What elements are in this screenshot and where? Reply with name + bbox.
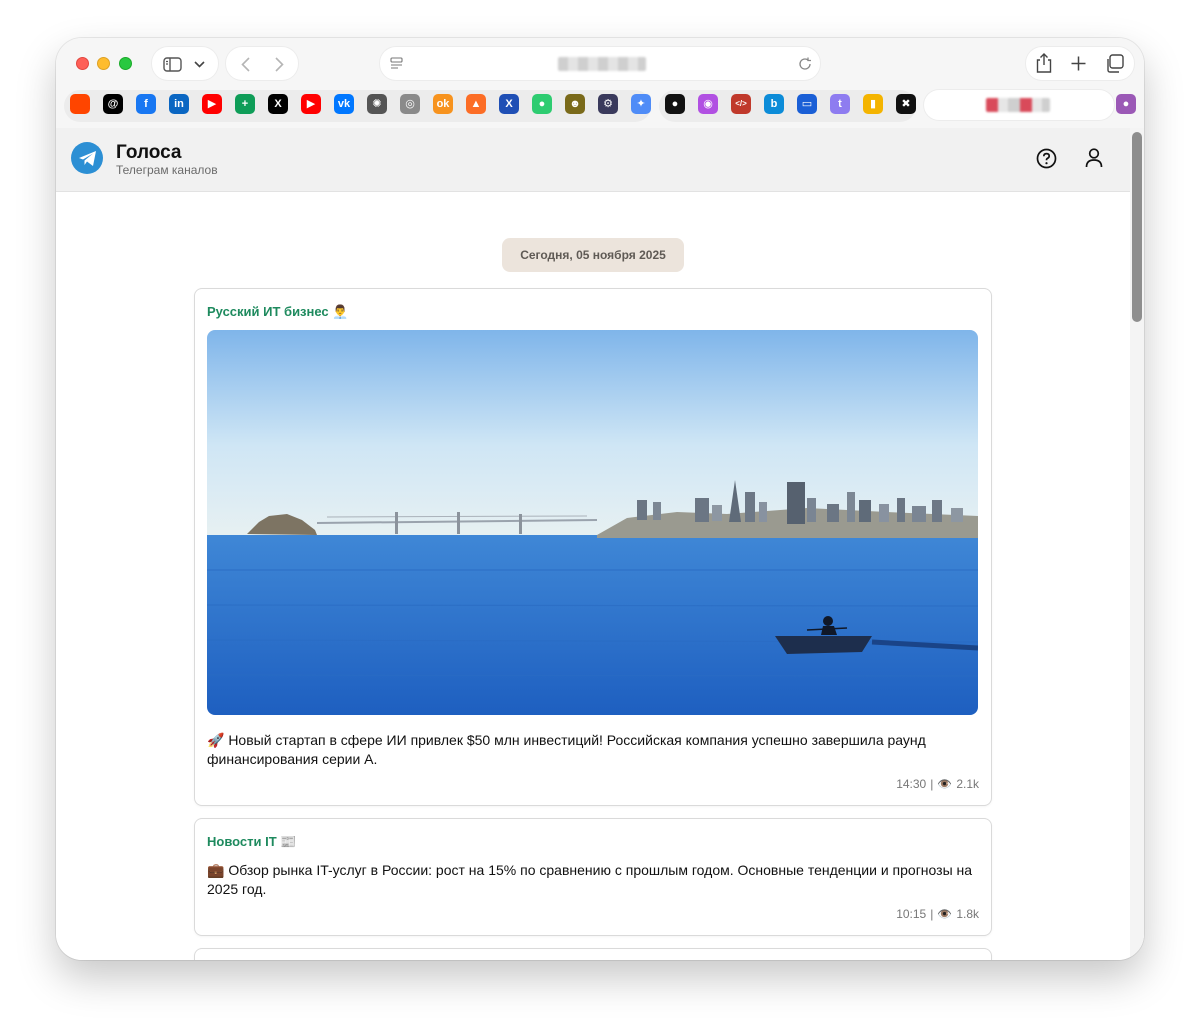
back-arrow-icon[interactable] (236, 55, 254, 73)
date-separator: Сегодня, 05 ноября 2025 (502, 238, 684, 272)
youtube-icon[interactable]: ▶ (301, 94, 321, 114)
compass-icon[interactable]: ◎ (400, 94, 420, 114)
odnoklassniki-icon[interactable]: ok (433, 94, 453, 114)
address-bar[interactable] (380, 47, 820, 80)
vk-icon[interactable]: vk (334, 94, 354, 114)
help-icon[interactable] (1034, 146, 1058, 170)
post-card[interactable] (195, 949, 991, 960)
web-page: Голоса Телеграм каналов Сегодня, 05 нояб… (56, 128, 1144, 960)
post-views: 1.8k (956, 907, 979, 921)
tab-overview-icon[interactable] (1103, 52, 1125, 74)
browser-window: @ f in ▶ + X ▶ vk ✺ ◎ ok ▲ X ● ☻ ⚙ ✦ ● ◉ </> b ▭ t ▮ ✖ ● Голоса Т… (56, 38, 1144, 960)
analytics-icon[interactable]: ▮ (863, 94, 883, 114)
t-icon[interactable]: t (830, 94, 850, 114)
meta-separator: | (930, 907, 934, 921)
zoom-window-button[interactable] (119, 57, 132, 70)
page-menu-icon[interactable] (388, 55, 404, 71)
window-actions-group (1026, 47, 1134, 80)
app-subtitle: Телеграм каналов (116, 163, 218, 177)
linkedin-icon[interactable]: in (169, 94, 189, 114)
gitlab-icon[interactable]: ▲ (466, 94, 486, 114)
post-photo[interactable] (207, 330, 978, 715)
post-meta: 10:15 | 👁️ 1.8k (896, 907, 979, 921)
channel-name-link[interactable]: Русский ИТ бизнес 👨‍💼 (207, 304, 348, 320)
threads-icon[interactable]: @ (103, 94, 123, 114)
eye-icon: 👁️ (937, 907, 953, 921)
post-text: 🚀 Новый стартап в сфере ИИ привлек $50 м… (207, 732, 926, 767)
telegram-logo-icon[interactable] (71, 142, 103, 174)
eye-icon: 👁️ (937, 777, 953, 791)
app-header: Голоса Телеграм каналов (56, 128, 1130, 192)
close-window-button[interactable] (76, 57, 89, 70)
x-bold-icon[interactable]: X (499, 94, 519, 114)
post-text: 💼 Обзор рынка IT-услуг в России: рост на… (207, 862, 973, 897)
post-meta: 14:30 | 👁️ 2.1k (896, 777, 979, 791)
scrollbar-thumb[interactable] (1132, 132, 1142, 322)
sidebar-toggle-group (152, 47, 218, 80)
reddit-icon[interactable] (70, 94, 90, 114)
youtube-icon[interactable]: ▶ (202, 94, 222, 114)
new-tab-icon[interactable] (1067, 52, 1089, 74)
post-card[interactable]: Новости IT 📰 💼 Обзор рынка IT-услуг в Ро… (195, 819, 991, 935)
openai-icon[interactable]: ✺ (367, 94, 387, 114)
blurred-url (558, 57, 646, 71)
browser-toolbar: @ f in ▶ + X ▶ vk ✺ ◎ ok ▲ X ● ☻ ⚙ ✦ ● ◉ </> b ▭ t ▮ ✖ ● (56, 38, 1144, 128)
gear-icon[interactable]: ⚙ (598, 94, 618, 114)
sidebar-icon[interactable] (162, 54, 182, 74)
minimize-window-button[interactable] (97, 57, 110, 70)
channel-name-link[interactable]: Новости IT 📰 (207, 834, 296, 850)
sheets-icon[interactable]: + (235, 94, 255, 114)
blurred-field-text (986, 98, 1050, 112)
face-icon[interactable]: ☻ (565, 94, 585, 114)
post-card[interactable]: Русский ИТ бизнес 👨‍💼 (195, 289, 991, 805)
post-views: 2.1k (956, 777, 979, 791)
podcasts-icon[interactable]: ◉ (698, 94, 718, 114)
forward-arrow-icon[interactable] (270, 55, 288, 73)
chevron-down-icon[interactable] (192, 56, 206, 72)
post-time: 10:15 (896, 907, 927, 921)
bookmark-search-field[interactable] (924, 90, 1114, 120)
bing-icon[interactable]: b (764, 94, 784, 114)
navigation-group (226, 47, 298, 80)
green-dot-icon[interactable]: ● (532, 94, 552, 114)
post-time: 14:30 (896, 777, 927, 791)
app-title: Голоса (116, 142, 182, 163)
reload-icon[interactable] (796, 55, 814, 73)
code-icon[interactable]: </> (731, 94, 751, 114)
pinwheel-icon[interactable]: ✖ (896, 94, 916, 114)
user-profile-icon[interactable] (1082, 146, 1106, 170)
share-icon[interactable] (1033, 52, 1055, 74)
github-icon[interactable]: ● (665, 94, 685, 114)
window-icon[interactable]: ▭ (797, 94, 817, 114)
x-icon[interactable]: X (268, 94, 288, 114)
facebook-icon[interactable]: f (136, 94, 156, 114)
bookmarks-bar: @ f in ▶ + X ▶ vk ✺ ◎ ok ▲ X ● ☻ ⚙ ✦ ● ◉ </> b ▭ t ▮ ✖ ● (64, 88, 1136, 124)
purple-dot-icon[interactable]: ● (1116, 94, 1136, 114)
gemini-icon[interactable]: ✦ (631, 94, 651, 114)
meta-separator: | (930, 777, 934, 791)
